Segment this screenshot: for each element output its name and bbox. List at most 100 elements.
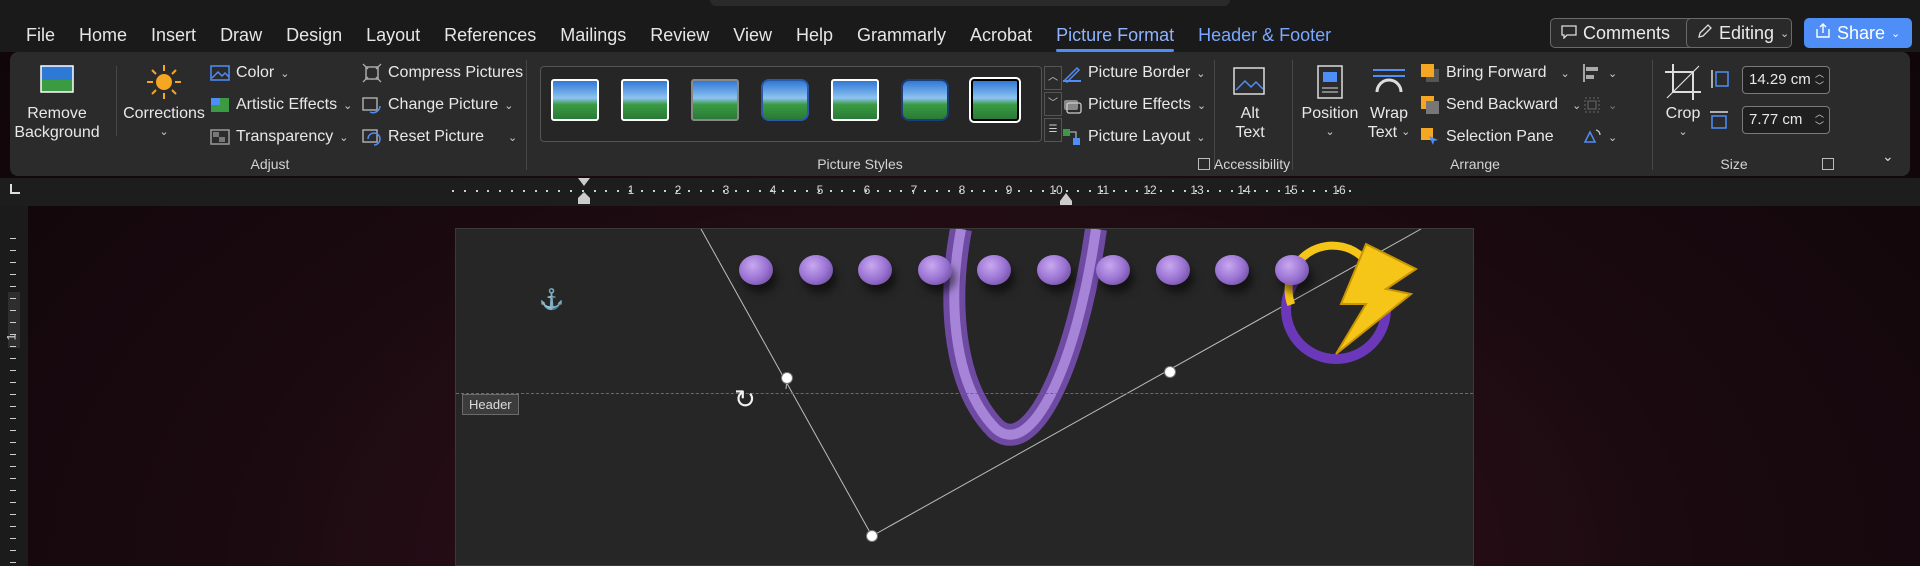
document-page[interactable]: Header ⚓ ↻ xyxy=(455,228,1474,566)
tab-mailings[interactable]: Mailings xyxy=(548,24,638,48)
compress-pictures-button[interactable]: Compress Pictures xyxy=(362,62,523,84)
picture-layout-button[interactable]: Picture Layout ⌄ xyxy=(1062,126,1206,148)
gallery-more-button[interactable]: ☰ xyxy=(1044,118,1062,142)
color-button[interactable]: Color ⌄ xyxy=(210,62,289,84)
picture-style-option[interactable] xyxy=(969,77,1021,123)
resize-handle[interactable] xyxy=(1164,366,1176,378)
horizontal-ruler[interactable]: 1 2 3 4 5 6 7 8 9 10 11 12 13 14 15 16 xyxy=(0,178,1920,206)
send-backward-label: Send Backward xyxy=(1446,96,1559,113)
vertical-ruler-tick xyxy=(10,358,16,359)
picture-style-option[interactable] xyxy=(621,79,669,121)
reset-picture-button[interactable]: Reset Picture ⌄ xyxy=(362,126,517,148)
gallery-scroll-up[interactable]: ︿ xyxy=(1044,66,1062,90)
vertical-ruler-tick xyxy=(10,406,16,407)
rotate-handle-icon[interactable]: ↻ xyxy=(734,386,756,412)
vertical-ruler-tick xyxy=(10,478,16,479)
size-dialog-launcher[interactable] xyxy=(1822,158,1834,170)
tab-home[interactable]: Home xyxy=(67,24,139,48)
resize-handle[interactable] xyxy=(866,530,878,542)
ruler-tick xyxy=(1266,190,1269,192)
corrections-button[interactable]: Corrections ⌄ xyxy=(123,62,205,142)
shape-height-field[interactable]: 14.29 cm ︿ ﹀ xyxy=(1742,66,1830,94)
reset-picture-label: Reset Picture xyxy=(388,128,485,145)
resize-handle[interactable] xyxy=(781,372,793,384)
ruler-tick xyxy=(1136,190,1139,192)
bring-forward-button[interactable]: Bring Forward ⌄ xyxy=(1420,62,1570,84)
ruler-tick xyxy=(794,190,797,192)
rotate-icon xyxy=(1583,129,1601,143)
ruler-tick xyxy=(1183,190,1186,192)
sun-icon xyxy=(147,65,181,99)
chevron-down-icon: ⌄ xyxy=(504,99,514,112)
editing-mode-button[interactable]: Editing ⌄ xyxy=(1686,18,1792,48)
position-button[interactable]: Position ⌄ xyxy=(1300,62,1360,142)
tab-insert[interactable]: Insert xyxy=(139,24,208,48)
wrap-text-label-2: Text xyxy=(1367,124,1398,141)
selection-pane-button[interactable]: Selection Pane xyxy=(1420,126,1554,148)
picture-border-button[interactable]: Picture Border ⌄ xyxy=(1062,62,1205,84)
collapse-ribbon-icon[interactable]: ⌄ xyxy=(1882,148,1894,165)
ruler-tick xyxy=(1148,190,1151,192)
tab-picture-format[interactable]: Picture Format xyxy=(1044,24,1186,52)
transparency-button[interactable]: Transparency ⌄ xyxy=(210,126,348,148)
group-label-adjust: Adjust xyxy=(250,156,290,172)
picture-style-option[interactable] xyxy=(761,79,809,121)
tab-review[interactable]: Review xyxy=(638,24,721,48)
tab-grammarly[interactable]: Grammarly xyxy=(845,24,958,48)
width-stepper[interactable]: ︿ ﹀ xyxy=(1815,108,1824,132)
picture-style-option[interactable] xyxy=(691,79,739,121)
purple-bead xyxy=(1274,255,1309,285)
send-backward-button[interactable]: Send Backward ⌄ xyxy=(1420,94,1581,116)
tab-header-footer[interactable]: Header & Footer xyxy=(1186,24,1343,48)
picture-style-option[interactable] xyxy=(551,79,599,121)
crop-button[interactable]: Crop ⌄ xyxy=(1660,62,1706,142)
rotate-button[interactable]: ⌄ xyxy=(1582,126,1617,148)
picture-effects-button[interactable]: Picture Effects ⌄ xyxy=(1062,94,1206,116)
tab-help[interactable]: Help xyxy=(784,24,845,48)
header-tag[interactable]: Header xyxy=(462,394,519,415)
ruler-tick xyxy=(487,190,490,192)
picture-border-icon xyxy=(1063,66,1081,83)
picture-style-option[interactable] xyxy=(901,79,949,121)
ruler-tick xyxy=(758,190,761,192)
change-picture-button[interactable]: Change Picture ⌄ xyxy=(362,94,514,116)
ruler-tick xyxy=(688,190,690,192)
tab-acrobat[interactable]: Acrobat xyxy=(958,24,1044,48)
tab-view[interactable]: View xyxy=(721,24,784,48)
ruler-number: 16 xyxy=(1332,183,1346,197)
share-button[interactable]: Share ⌄ xyxy=(1804,18,1912,48)
indent-marker-icon[interactable] xyxy=(578,178,590,204)
purple-bead xyxy=(1215,255,1249,285)
anchor-icon[interactable]: ⚓ xyxy=(539,287,564,312)
ruler-tick xyxy=(676,190,679,192)
tab-draw[interactable]: Draw xyxy=(208,24,274,48)
tab-design[interactable]: Design xyxy=(274,24,354,48)
shape-width-field[interactable]: 7.77 cm ︿ ﹀ xyxy=(1742,106,1830,134)
tab-layout[interactable]: Layout xyxy=(354,24,432,48)
gallery-scroll-down[interactable]: ﹀ xyxy=(1044,92,1062,116)
tab-file[interactable]: File xyxy=(14,24,67,48)
tab-selector-icon[interactable] xyxy=(10,184,20,194)
ruler-tick xyxy=(1018,190,1021,192)
vertical-ruler-tick xyxy=(10,514,16,515)
remove-background-button[interactable]: Remove Background xyxy=(14,62,100,142)
picture-style-option[interactable] xyxy=(831,79,879,121)
artistic-effects-button[interactable]: Artistic Effects ⌄ xyxy=(210,94,352,116)
align-button[interactable]: ⌄ xyxy=(1582,62,1617,84)
picture-styles-dialog-launcher[interactable] xyxy=(1198,158,1210,170)
vertical-ruler-tick xyxy=(10,562,16,563)
chevron-down-icon: ⌄ xyxy=(339,131,349,144)
tab-references[interactable]: References xyxy=(432,24,548,48)
wrap-text-button[interactable]: Wrap Text ⌄ xyxy=(1364,62,1414,142)
height-stepper[interactable]: ︿ ﹀ xyxy=(1815,68,1824,92)
vertical-ruler[interactable]: 1 xyxy=(0,206,28,566)
ruler-tick xyxy=(617,190,620,192)
group-objects-button[interactable]: ⌄ xyxy=(1582,94,1617,116)
alt-text-icon xyxy=(1233,67,1265,95)
alt-text-button[interactable]: Alt Text xyxy=(1222,62,1278,142)
ribbon-tabs: File Home Insert Draw Design Layout Refe… xyxy=(14,24,1343,52)
menu-bar: File Home Insert Draw Design Layout Refe… xyxy=(0,0,1920,52)
vertical-ruler-tick xyxy=(10,370,16,371)
separator xyxy=(116,66,117,136)
ruler-tick xyxy=(853,190,856,192)
